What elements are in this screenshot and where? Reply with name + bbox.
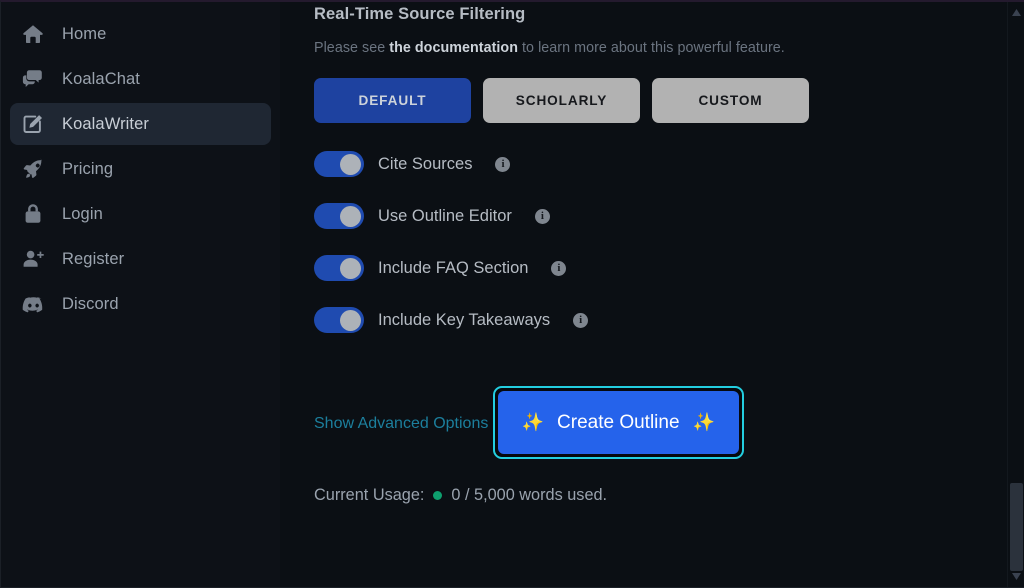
main-content: Real-Time Source Filtering Please see th… xyxy=(280,2,1024,587)
app-window: Home KoalaChat KoalaWriter Pricing Login… xyxy=(0,0,1024,588)
mode-button-custom[interactable]: CUSTOM xyxy=(652,78,809,123)
sidebar-item-home[interactable]: Home xyxy=(10,13,271,55)
sidebar-item-label: Login xyxy=(62,204,103,223)
discord-icon xyxy=(20,291,46,317)
sidebar-item-login[interactable]: Login xyxy=(10,193,271,235)
sidebar-item-pricing[interactable]: Pricing xyxy=(10,148,271,190)
sidebar: Home KoalaChat KoalaWriter Pricing Login… xyxy=(1,2,280,587)
toggle-knob xyxy=(340,154,361,175)
sidebar-item-koalawriter[interactable]: KoalaWriter xyxy=(10,103,271,145)
toggle-knob xyxy=(340,206,361,227)
current-usage: Current Usage: 0 / 5,000 words used. xyxy=(314,486,1024,505)
sidebar-item-label: Pricing xyxy=(62,159,114,178)
info-icon[interactable]: i xyxy=(551,260,567,276)
sidebar-item-label: Discord xyxy=(62,294,119,313)
info-icon[interactable]: i xyxy=(495,156,511,172)
toggle-label: Include FAQ Section xyxy=(378,258,529,277)
toggle-row-use-outline-editor: Use Outline Editor i xyxy=(314,201,1024,231)
user-plus-icon xyxy=(20,246,46,272)
toggle-cite-sources[interactable] xyxy=(314,151,364,177)
sidebar-item-koalachat[interactable]: KoalaChat xyxy=(10,58,271,100)
sidebar-item-label: Register xyxy=(62,249,125,268)
create-outline-label: Create Outline xyxy=(557,411,680,433)
toggle-knob xyxy=(340,258,361,279)
home-icon xyxy=(20,21,46,47)
info-icon[interactable]: i xyxy=(573,312,589,328)
options-toggle-list: Cite Sources i Use Outline Editor i Incl… xyxy=(314,149,1024,335)
page-title: Real-Time Source Filtering xyxy=(314,5,526,23)
toggle-label: Include Key Takeaways xyxy=(378,310,551,329)
description-after: to learn more about this powerful featur… xyxy=(518,40,785,56)
scroll-up-arrow-icon[interactable] xyxy=(1008,4,1024,21)
vertical-scrollbar[interactable] xyxy=(1007,2,1024,587)
mode-button-group: DEFAULT SCHOLARLY CUSTOM xyxy=(314,78,1024,123)
pencil-square-icon xyxy=(20,111,46,137)
mode-button-scholarly[interactable]: SCHOLARLY xyxy=(483,78,640,123)
lock-icon xyxy=(20,201,46,227)
scrollbar-thumb[interactable] xyxy=(1010,483,1023,571)
sidebar-item-label: Home xyxy=(62,24,107,43)
toggle-include-faq-section[interactable] xyxy=(314,255,364,281)
rocket-icon xyxy=(20,156,46,182)
toggle-row-include-faq-section: Include FAQ Section i xyxy=(314,253,1024,283)
toggle-row-include-key-takeaways: Include Key Takeaways i xyxy=(314,305,1024,335)
toggle-label: Use Outline Editor xyxy=(378,206,512,225)
toggle-row-cite-sources: Cite Sources i xyxy=(314,149,1024,179)
scroll-down-arrow-icon[interactable] xyxy=(1008,568,1024,585)
description-before: Please see xyxy=(314,40,390,56)
mode-button-default[interactable]: DEFAULT xyxy=(314,78,471,123)
section-description: Please see the documentation to learn mo… xyxy=(314,40,1024,56)
toggle-knob xyxy=(340,310,361,331)
current-usage-label: Current Usage: xyxy=(314,486,425,504)
show-advanced-options-link[interactable]: Show Advanced Options xyxy=(314,415,488,433)
info-icon[interactable]: i xyxy=(534,208,550,224)
sparkles-icon-right: ✨ xyxy=(692,412,715,432)
create-outline-button[interactable]: ✨ Create Outline ✨ xyxy=(497,391,739,454)
documentation-link[interactable]: the documentation xyxy=(389,40,518,56)
current-usage-value: 0 / 5,000 words used. xyxy=(451,486,608,504)
usage-status-dot xyxy=(433,491,443,500)
sidebar-item-label: KoalaChat xyxy=(62,69,140,88)
sidebar-item-label: KoalaWriter xyxy=(62,114,149,133)
sidebar-item-discord[interactable]: Discord xyxy=(10,283,271,325)
sparkles-icon-left: ✨ xyxy=(521,412,545,432)
toggle-include-key-takeaways[interactable] xyxy=(314,307,364,333)
toggle-use-outline-editor[interactable] xyxy=(314,203,364,229)
sidebar-item-register[interactable]: Register xyxy=(10,238,271,280)
chat-icon xyxy=(20,66,46,92)
toggle-label: Cite Sources xyxy=(378,154,473,173)
create-outline-focus-ring: ✨ Create Outline ✨ xyxy=(492,386,744,459)
